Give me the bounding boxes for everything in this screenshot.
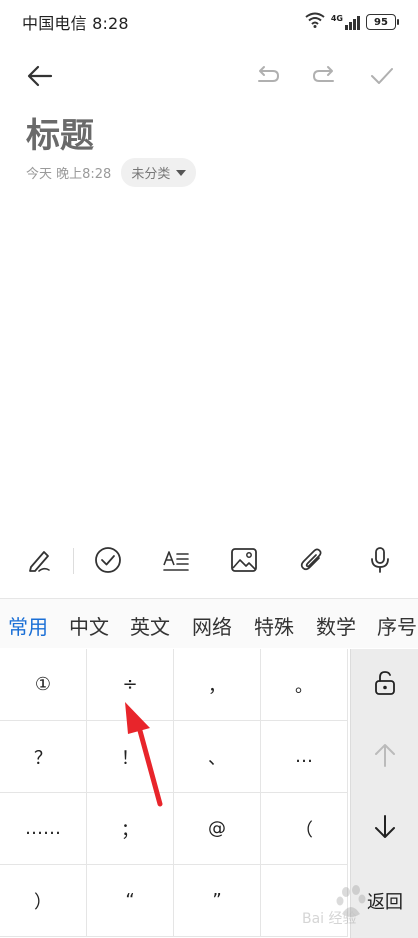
attachment-button[interactable] (294, 544, 330, 580)
category-dropdown[interactable]: 未分类 (121, 158, 197, 187)
text-format-button[interactable] (158, 544, 194, 580)
key-left-quote[interactable]: “ (87, 865, 174, 937)
carrier-time: 中国电信 8:28 (22, 14, 129, 33)
image-icon (230, 547, 258, 577)
save-check-button[interactable] (364, 60, 400, 96)
tab-sequence[interactable]: 序号 (377, 611, 417, 640)
redo-icon (311, 65, 337, 91)
tab-network[interactable]: 网络 (192, 611, 232, 640)
note-meta: 今天 晚上8:28 未分类 (26, 158, 197, 187)
keyboard-category-tabs: 常用 中文 英文 网络 特殊 数学 序号 (0, 598, 418, 648)
wifi-icon (305, 12, 325, 32)
key-at[interactable]: @ (174, 793, 261, 865)
undo-icon (255, 65, 281, 91)
redo-button[interactable] (306, 60, 342, 96)
key-circled-one[interactable]: ① (0, 649, 87, 721)
back-button[interactable] (22, 60, 58, 96)
undo-button[interactable] (250, 60, 286, 96)
pen-icon (27, 547, 53, 577)
symbol-keyboard: ① ÷ ， 。 ？ ！ 、 … …… ； @ （ ） “ ” (0, 649, 350, 938)
key-double-ellipsis[interactable]: …… (0, 793, 87, 865)
key-semicolon[interactable]: ； (87, 793, 174, 865)
toolbar-divider (73, 548, 74, 574)
note-title[interactable]: 标题 (26, 108, 94, 157)
battery-level: 95 (374, 16, 388, 28)
top-toolbar (0, 54, 418, 100)
key-left-paren[interactable]: （ (261, 793, 348, 865)
watermark-text: Bai 经验 (302, 911, 357, 927)
category-label: 未分类 (131, 167, 171, 182)
arrow-down-icon (374, 814, 396, 845)
battery-icon: 95 (366, 14, 399, 30)
image-button[interactable] (226, 544, 262, 580)
key-right-quote[interactable]: ” (174, 865, 261, 937)
back-arrow-icon (27, 65, 53, 91)
key-divide[interactable]: ÷ (87, 649, 174, 721)
key-ellipsis[interactable]: … (261, 721, 348, 793)
scroll-down-key[interactable] (351, 793, 418, 865)
signal-icon: 4G (331, 14, 360, 30)
key-period[interactable]: 。 (261, 649, 348, 721)
network-label: 4G (330, 14, 343, 23)
key-exclamation[interactable]: ！ (87, 721, 174, 793)
tab-special[interactable]: 特殊 (254, 611, 294, 640)
key-enumeration-comma[interactable]: 、 (174, 721, 261, 793)
tab-common[interactable]: 常用 (8, 611, 48, 640)
microphone-icon (369, 546, 391, 578)
arrow-up-icon (374, 742, 396, 773)
voice-input-button[interactable] (362, 544, 398, 580)
checklist-button[interactable] (90, 544, 126, 580)
key-question[interactable]: ？ (0, 721, 87, 793)
tab-math[interactable]: 数学 (316, 611, 356, 640)
check-icon (370, 66, 394, 90)
note-time: 今天 晚上8:28 (26, 167, 112, 182)
tab-chinese[interactable]: 中文 (69, 611, 109, 640)
pen-button[interactable] (22, 544, 58, 580)
attachment-icon (299, 546, 325, 578)
status-icons: 4G 95 (305, 12, 399, 32)
scroll-up-key[interactable] (351, 721, 418, 793)
dropdown-triangle-icon (176, 169, 187, 176)
unlock-icon (373, 670, 397, 701)
text-format-icon (162, 547, 190, 577)
tab-english[interactable]: 英文 (130, 611, 170, 640)
key-comma[interactable]: ， (174, 649, 261, 721)
key-right-paren[interactable]: ） (0, 865, 87, 937)
baidu-watermark: Bai 经验 (300, 882, 410, 930)
checklist-icon (94, 546, 122, 578)
lock-key[interactable] (351, 649, 418, 721)
status-bar: 中国电信 8:28 4G 95 (0, 0, 418, 44)
